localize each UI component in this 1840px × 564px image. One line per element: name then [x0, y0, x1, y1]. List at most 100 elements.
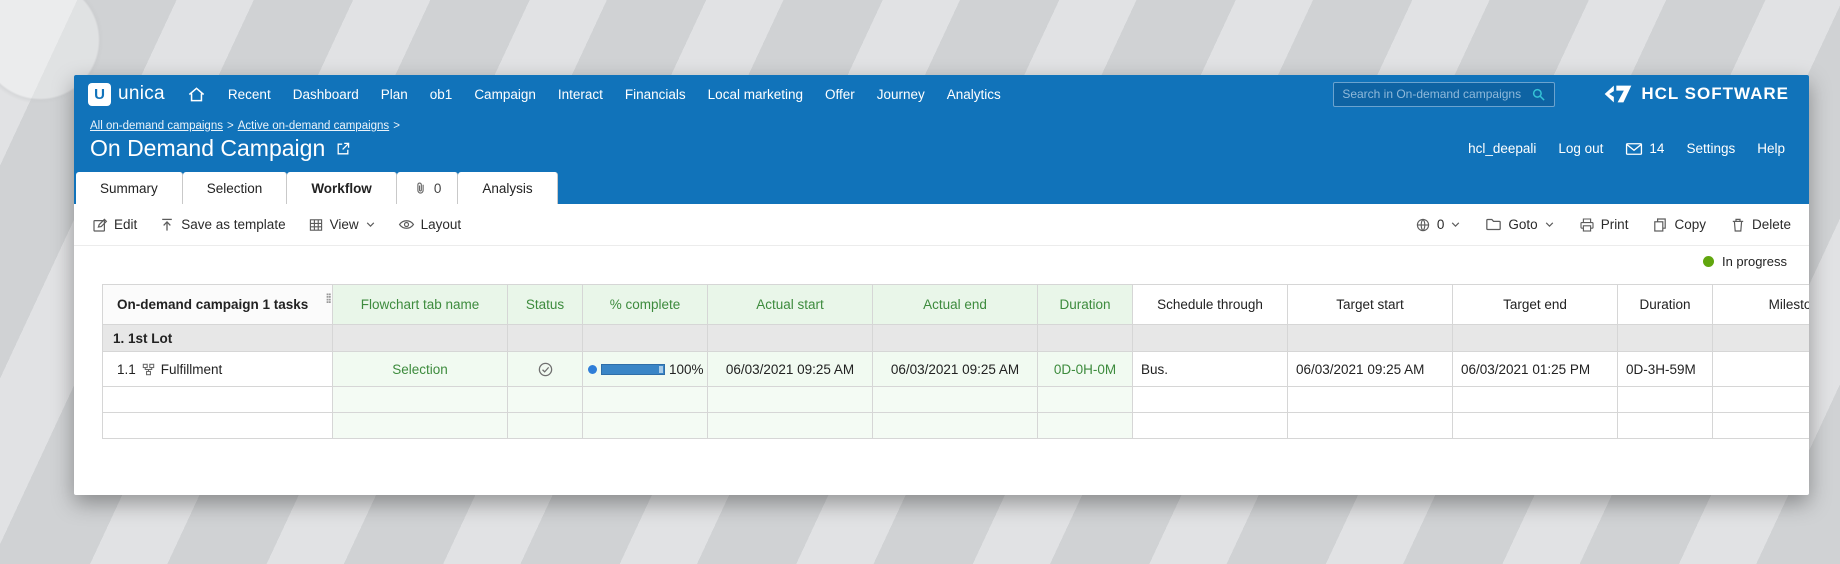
empty-cell[interactable] — [507, 412, 583, 439]
help-link[interactable]: Help — [1757, 141, 1785, 156]
chevron-down-icon — [1452, 222, 1460, 228]
col-header-milestone[interactable]: Milestone — [1712, 284, 1809, 325]
schedule-through-cell[interactable]: Bus. — [1132, 351, 1288, 387]
empty-cell[interactable] — [582, 386, 708, 413]
nav-item-ob1[interactable]: ob1 — [430, 87, 453, 102]
save-as-template-button[interactable]: Save as template — [159, 217, 286, 233]
empty-cell[interactable] — [1617, 412, 1713, 439]
tab-analysis[interactable]: Analysis — [458, 172, 558, 204]
breadcrumb-link-all[interactable]: All on-demand campaigns — [90, 120, 223, 132]
print-label: Print — [1600, 217, 1629, 232]
empty-cell[interactable] — [707, 386, 873, 413]
print-button[interactable]: Print — [1579, 217, 1629, 233]
empty-cell[interactable] — [102, 386, 333, 413]
target-duration-cell[interactable]: 0D-3H-59M — [1617, 351, 1713, 387]
breadcrumb-separator: > — [226, 120, 234, 132]
empty-cell[interactable] — [1287, 412, 1453, 439]
column-splitter-handle[interactable]: ⁞⁞ — [325, 291, 331, 306]
tab-selection[interactable]: Selection — [182, 172, 288, 204]
tab-summary[interactable]: Summary — [76, 172, 183, 204]
search-box — [1333, 81, 1556, 107]
col-header-tasks[interactable]: On-demand campaign 1 tasks ⁞⁞ — [102, 284, 333, 325]
tab-workflow[interactable]: Workflow — [287, 172, 397, 204]
header-area: U unica Recent Dashboard Plan ob1 Campai… — [74, 75, 1809, 204]
flowchart-tab-cell[interactable]: Selection — [332, 351, 508, 387]
col-header-target-end[interactable]: Target end — [1452, 284, 1618, 325]
empty-cell[interactable] — [1452, 386, 1618, 413]
nav-item-recent[interactable]: Recent — [228, 87, 271, 102]
duration-cell[interactable]: 0D-0H-0M — [1037, 351, 1133, 387]
col-header-pct-complete[interactable]: % complete — [582, 284, 708, 325]
task-name: Fulfillment — [160, 361, 223, 377]
unica-brand[interactable]: U unica — [88, 82, 165, 106]
task-name-cell[interactable]: 1.1 Fulfillment — [102, 351, 333, 387]
settings-link[interactable]: Settings — [1686, 141, 1735, 156]
col-header-schedule-through[interactable]: Schedule through — [1132, 284, 1288, 325]
target-start-cell[interactable]: 06/03/2021 09:25 AM — [1287, 351, 1453, 387]
nav-item-plan[interactable]: Plan — [381, 87, 408, 102]
empty-cell[interactable] — [1617, 386, 1713, 413]
col-header-actual-start[interactable]: Actual start — [707, 284, 873, 325]
tab-attachments[interactable]: 0 — [396, 172, 459, 204]
col-header-target-start[interactable]: Target start — [1287, 284, 1453, 325]
toolbar-left-group: Edit Save as template View Layout — [92, 217, 461, 233]
col-header-actual-end[interactable]: Actual end — [872, 284, 1038, 325]
empty-cell[interactable] — [1132, 386, 1288, 413]
nav-item-local-marketing[interactable]: Local marketing — [708, 87, 803, 102]
home-icon[interactable] — [187, 85, 206, 104]
target-end-cell[interactable]: 06/03/2021 01:25 PM — [1452, 351, 1618, 387]
brand-name: unica — [118, 83, 165, 104]
empty-cell[interactable] — [332, 412, 508, 439]
username[interactable]: hcl_deepali — [1468, 141, 1536, 156]
mail-indicator[interactable]: 14 — [1625, 141, 1664, 156]
search-icon[interactable] — [1531, 87, 1546, 102]
goto-menu-button[interactable]: Goto — [1485, 217, 1554, 232]
empty-cell[interactable] — [1712, 412, 1809, 439]
empty-cell[interactable] — [1452, 412, 1618, 439]
search-input[interactable] — [1342, 87, 1526, 101]
empty-cell[interactable] — [582, 412, 708, 439]
nav-item-dashboard[interactable]: Dashboard — [293, 87, 359, 102]
logout-link[interactable]: Log out — [1558, 141, 1603, 156]
empty-cell[interactable] — [872, 412, 1038, 439]
nav-item-analytics[interactable]: Analytics — [947, 87, 1001, 102]
empty-cell[interactable] — [1712, 386, 1809, 413]
empty-row — [102, 412, 1809, 439]
view-menu-button[interactable]: View — [308, 217, 376, 233]
nav-item-journey[interactable]: Journey — [877, 87, 925, 102]
group-cell — [332, 324, 508, 352]
layout-button[interactable]: Layout — [398, 217, 461, 232]
nav-item-campaign[interactable]: Campaign — [474, 87, 536, 102]
empty-cell[interactable] — [1132, 412, 1288, 439]
empty-cell[interactable] — [707, 412, 873, 439]
col-header-duration[interactable]: Duration — [1037, 284, 1133, 325]
delete-button[interactable]: Delete — [1730, 217, 1791, 233]
external-link-icon[interactable] — [335, 141, 351, 157]
pct-complete-cell[interactable]: 100% — [582, 351, 708, 387]
links-menu-button[interactable]: 0 — [1415, 217, 1462, 233]
table-header-row: On-demand campaign 1 tasks ⁞⁞ Flowchart … — [102, 284, 1809, 325]
col-header-flowchart[interactable]: Flowchart tab name — [332, 284, 508, 325]
empty-cell[interactable] — [332, 386, 508, 413]
actual-end-cell[interactable]: 06/03/2021 09:25 AM — [872, 351, 1038, 387]
group-row-1st-lot[interactable]: 1. 1st Lot — [102, 324, 1809, 352]
empty-cell[interactable] — [1287, 386, 1453, 413]
top-nav: U unica Recent Dashboard Plan ob1 Campai… — [74, 75, 1809, 113]
empty-cell[interactable] — [102, 412, 333, 439]
col-header-status[interactable]: Status — [507, 284, 583, 325]
empty-cell[interactable] — [1037, 412, 1133, 439]
status-cell[interactable] — [507, 351, 583, 387]
col-header-target-duration[interactable]: Duration — [1617, 284, 1713, 325]
nav-item-offer[interactable]: Offer — [825, 87, 855, 102]
breadcrumb-link-active[interactable]: Active on-demand campaigns — [238, 120, 390, 132]
empty-cell[interactable] — [1037, 386, 1133, 413]
nav-item-interact[interactable]: Interact — [558, 87, 603, 102]
empty-cell[interactable] — [872, 386, 1038, 413]
milestone-cell[interactable] — [1712, 351, 1809, 387]
group-cell — [1617, 324, 1713, 352]
nav-item-financials[interactable]: Financials — [625, 87, 686, 102]
copy-button[interactable]: Copy — [1652, 217, 1706, 233]
edit-button[interactable]: Edit — [92, 217, 137, 233]
actual-start-cell[interactable]: 06/03/2021 09:25 AM — [707, 351, 873, 387]
empty-cell[interactable] — [507, 386, 583, 413]
